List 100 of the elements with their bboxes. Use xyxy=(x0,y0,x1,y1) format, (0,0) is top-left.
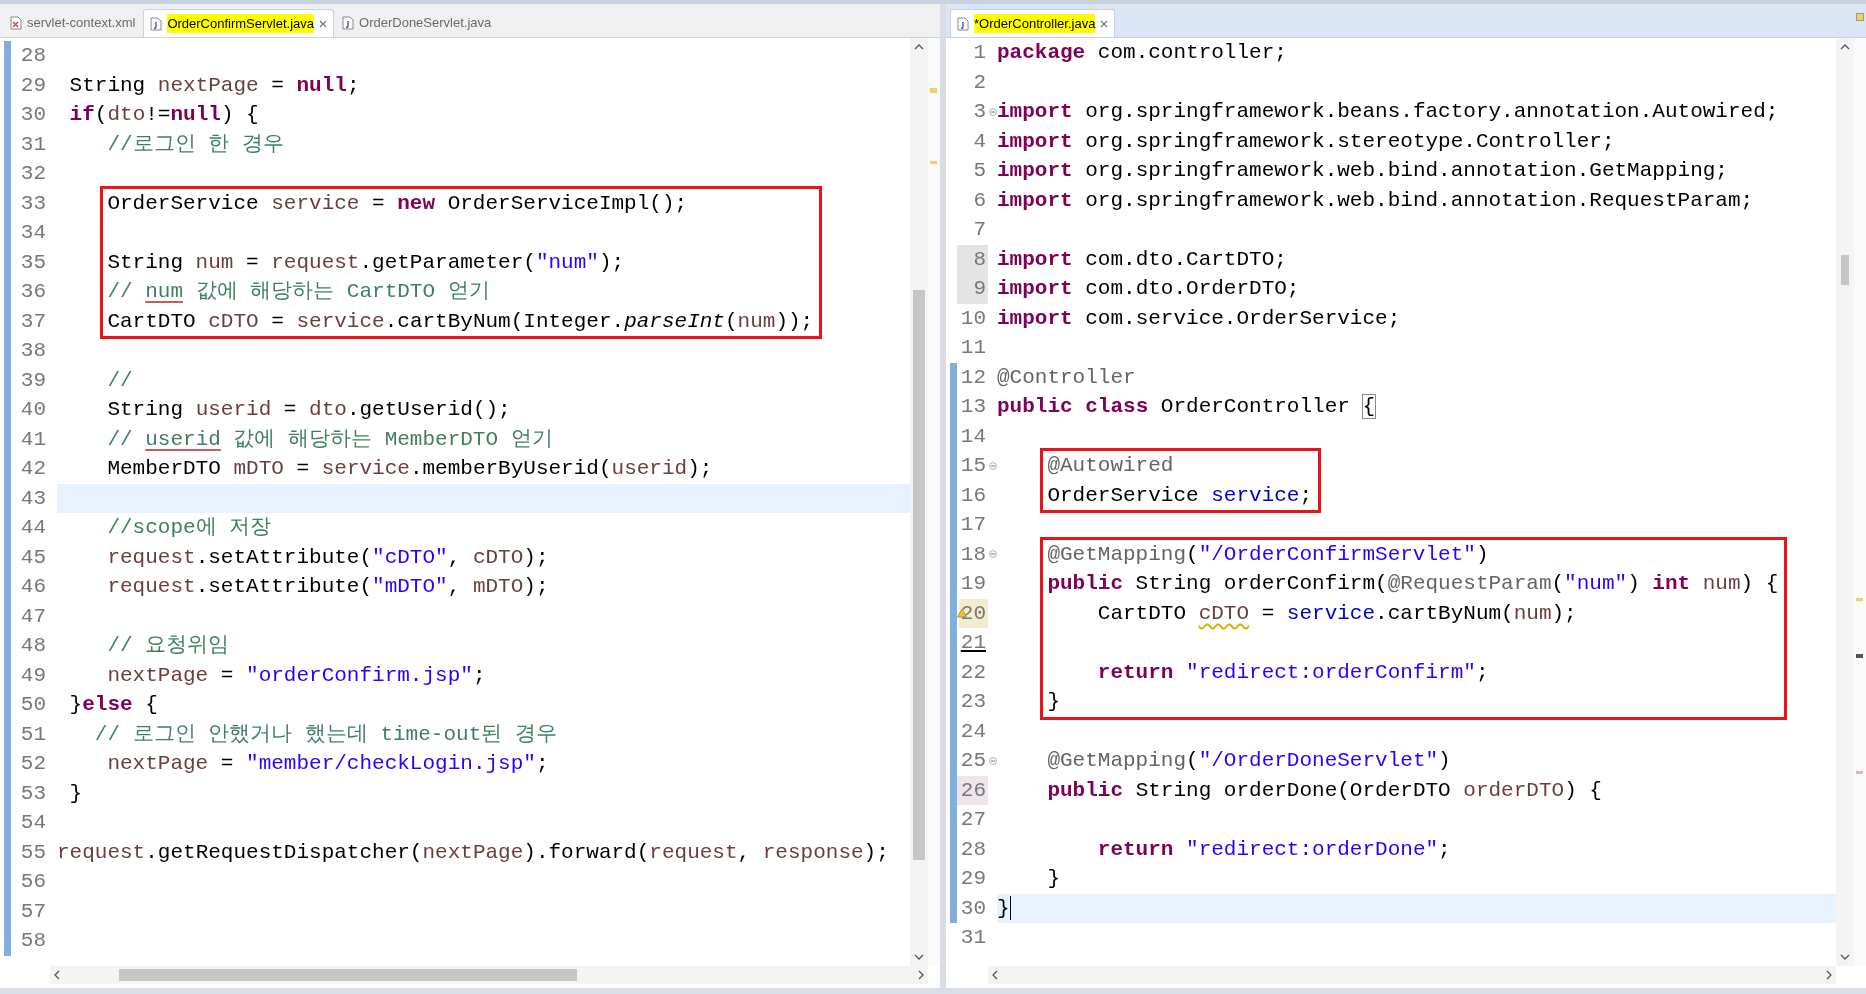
code-line: import org.springframework.beans.factory.annotation.Autowired; xyxy=(997,99,1780,125)
code-line: @GetMapping("/OrderConfirmServlet") xyxy=(1047,541,1490,568)
code-line: // num 값에 해당하는 CartDTO 얻기 xyxy=(107,279,491,305)
line-number: 19 xyxy=(959,571,987,597)
line-number: 18 xyxy=(959,541,987,568)
tab-label: OrderConfirmServlet.java xyxy=(167,13,315,34)
line-number: 29 xyxy=(959,866,987,892)
line-number: 25 xyxy=(959,748,987,774)
line-number: 29 xyxy=(19,72,47,99)
line-number: 53 xyxy=(19,780,47,807)
code-line: CartDTO cDTO = service.cartByNum(num); xyxy=(1096,600,1578,627)
line-number: 30 xyxy=(959,895,987,922)
code-line: request.setAttribute("cDTO", cDTO); xyxy=(106,544,550,571)
code-line: } xyxy=(1046,866,1061,892)
line-number: 14 xyxy=(959,423,987,450)
line-number: 39 xyxy=(19,367,47,394)
code-line: @Controller xyxy=(997,364,1137,391)
code-line: MemberDTO mDTO = service.memberByUserid(userid); xyxy=(106,456,714,482)
line-number: 9 xyxy=(957,274,988,304)
line-number: 42 xyxy=(19,456,47,482)
line-number: 8 xyxy=(957,244,988,274)
line-number: 35 xyxy=(19,249,47,276)
line-number: 40 xyxy=(19,397,47,423)
line-number: 45 xyxy=(19,544,47,571)
editor-tab[interactable]: OrderDoneServlet.java xyxy=(336,9,498,37)
line-number: 32 xyxy=(19,161,47,187)
line-number: 43 xyxy=(19,485,47,512)
line-number: 44 xyxy=(19,515,47,541)
code-line: return "redirect:orderDone"; xyxy=(1096,836,1452,863)
line-number: 3 xyxy=(972,99,987,125)
line-number: 47 xyxy=(19,603,47,630)
code-line: } xyxy=(68,780,84,807)
code-line: import com.service.OrderService; xyxy=(997,305,1402,332)
editor-tab[interactable]: servlet-context.xml xyxy=(4,9,142,37)
line-number: 58 xyxy=(19,928,47,954)
line-number: 16 xyxy=(959,482,987,509)
line-number: 13 xyxy=(959,394,987,420)
tab-label: OrderDoneServlet.java xyxy=(359,14,492,33)
line-number: 10 xyxy=(959,305,987,332)
code-line: // userid 값에 해당하는 MemberDTO 얻기 xyxy=(106,426,554,453)
line-number: 26 xyxy=(957,775,988,805)
line-number: 36 xyxy=(19,279,47,305)
line-number: 31 xyxy=(19,131,47,158)
code-line: String userid = dto.getUserid(); xyxy=(106,397,512,423)
line-number: 6 xyxy=(972,187,987,214)
line-number: 28 xyxy=(959,836,987,863)
editor-tab[interactable]: OrderConfirmServlet.java xyxy=(143,9,335,37)
code-line: public class OrderController { xyxy=(997,394,1377,420)
code-line: import org.springframework.web.bind.annotation.RequestParam; xyxy=(997,187,1755,214)
line-number: 4 xyxy=(972,128,987,155)
line-number: 15 xyxy=(959,453,987,479)
code-line: String num = request.getParameter("num"); xyxy=(107,249,626,276)
line-number: 46 xyxy=(19,574,47,600)
tab-label: servlet-context.xml xyxy=(27,14,136,33)
line-number: 21 xyxy=(959,630,987,656)
line-number: 57 xyxy=(19,898,47,925)
code-line: //로그인 한 경우 xyxy=(106,131,285,158)
line-number: 28 xyxy=(19,43,47,69)
code-line: nextPage = "member/checkLogin.jsp"; xyxy=(106,751,550,777)
code-line: import org.springframework.web.bind.annotation.GetMapping; xyxy=(997,158,1729,184)
code-line: String nextPage = null; xyxy=(68,72,361,99)
code-line: @GetMapping("/OrderDoneServlet") xyxy=(1046,748,1452,774)
code-line: package com.controller; xyxy=(997,40,1288,66)
line-number: 23 xyxy=(959,689,987,715)
line-number: 20 xyxy=(959,598,988,628)
code-line: if(dto!=null) { xyxy=(68,102,260,128)
line-number: 1 xyxy=(972,40,987,66)
line-number: 30 xyxy=(19,102,47,128)
code-line: //scope에 저장 xyxy=(106,515,273,541)
line-number: 34 xyxy=(19,220,47,246)
line-number: 56 xyxy=(19,869,47,895)
line-number: 41 xyxy=(19,426,47,453)
code-line: CartDTO cDTO = service.cartByNum(Integer.parseInt(num)); xyxy=(107,308,814,335)
code-line: import com.dto.OrderDTO; xyxy=(997,276,1301,302)
line-number: 49 xyxy=(19,662,47,689)
code-line: OrderService service = new OrderServiceImpl(); xyxy=(107,190,689,217)
line-number: 38 xyxy=(19,338,47,364)
code-line: request.getRequestDispatcher(nextPage).forward(request, response); xyxy=(57,839,890,866)
code-line: public String orderDone(OrderDTO orderDTO) { xyxy=(1046,777,1603,804)
code-line: nextPage = "orderConfirm.jsp"; xyxy=(106,662,487,689)
line-number: 7 xyxy=(972,217,987,243)
code-line: public String orderConfirm(@RequestParam("num") int num) { xyxy=(1047,571,1779,597)
code-line: }else { xyxy=(68,692,159,718)
line-number: 12 xyxy=(959,364,987,391)
line-number: 52 xyxy=(19,751,47,777)
line-number: 2 xyxy=(972,69,987,96)
line-number: 48 xyxy=(19,633,47,659)
line-number: 54 xyxy=(19,810,47,836)
line-number: 11 xyxy=(959,335,987,361)
line-number: 33 xyxy=(19,190,47,217)
line-number: 31 xyxy=(959,925,987,951)
line-number: 51 xyxy=(19,721,47,748)
code-line: OrderService service; xyxy=(1047,482,1313,509)
line-number: 17 xyxy=(959,512,987,538)
code-line: @Autowired xyxy=(1047,453,1175,479)
code-line: // xyxy=(106,367,134,394)
line-number: 55 xyxy=(19,839,47,866)
line-number: 24 xyxy=(959,718,987,745)
code-line: import com.dto.CartDTO; xyxy=(997,246,1288,273)
line-number: 50 xyxy=(19,692,47,718)
